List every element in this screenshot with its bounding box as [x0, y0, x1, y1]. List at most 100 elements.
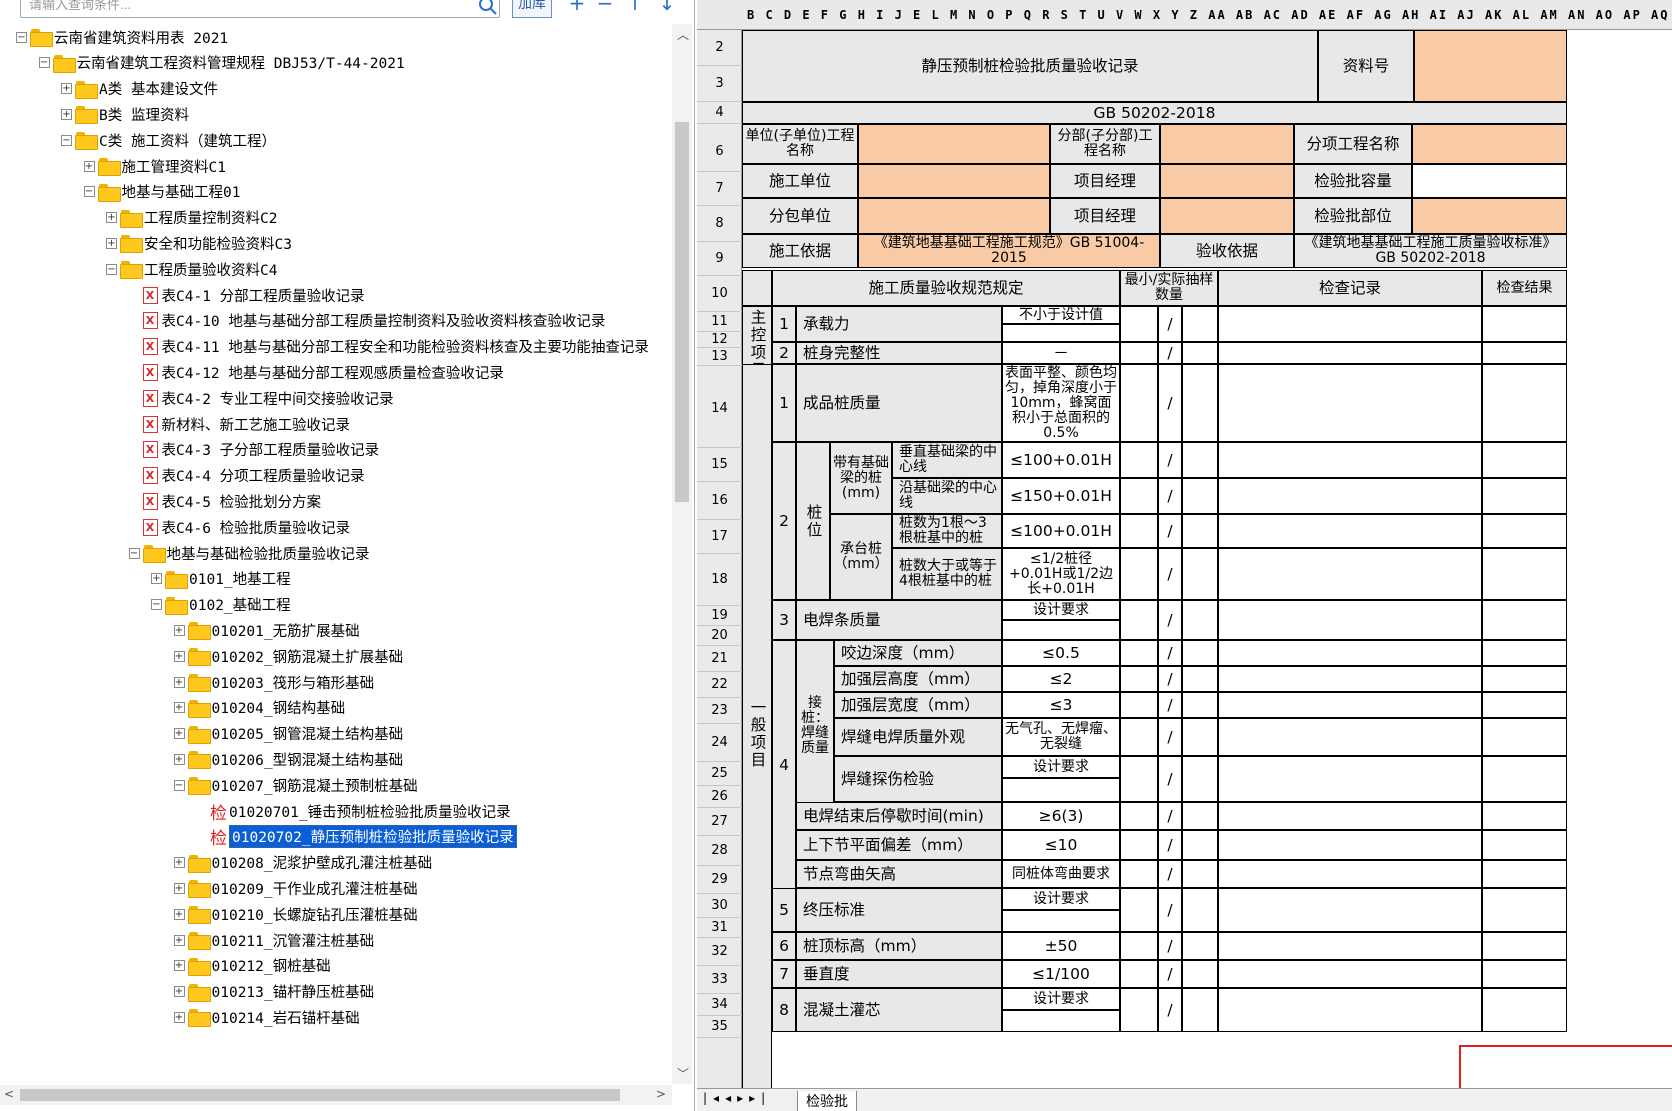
result-cell[interactable]: [1482, 932, 1567, 960]
tree-folder-item[interactable]: +010212_钢桩基础: [173, 953, 331, 979]
expand-icon[interactable]: +: [173, 728, 185, 740]
count-min[interactable]: [1120, 756, 1158, 802]
count-min[interactable]: [1120, 960, 1158, 988]
tree-folder-item[interactable]: + 工程质量控制资料C2: [106, 205, 277, 231]
add-icon[interactable]: +: [566, 0, 588, 14]
tree-doc-item[interactable]: X 表C4-3 子分部工程质量验收记录: [129, 437, 379, 463]
count-min[interactable]: [1120, 692, 1158, 718]
tree-folder-item[interactable]: − 云南省建筑工程资料管理规程 DBJ53/T-44-2021: [38, 50, 405, 76]
record-cell[interactable]: [1218, 692, 1482, 718]
row-number[interactable]: 34: [697, 994, 742, 1016]
row-number[interactable]: 7: [697, 172, 742, 206]
move-down-icon[interactable]: ↓: [656, 0, 678, 14]
result-cell[interactable]: [1482, 888, 1567, 932]
collapse-icon[interactable]: −: [61, 134, 72, 146]
expand-icon[interactable]: +: [173, 857, 185, 869]
count-min[interactable]: [1120, 514, 1158, 548]
row-header[interactable]: 2 3 4 6 7 8 9 10 11 12 13 14 15 16 17 18 19 20 21 22 23 24 25 2…: [697, 30, 742, 1088]
tree-doc-item[interactable]: X 表C4-1 分部工程质量验收记录: [129, 282, 365, 308]
collapse-icon[interactable]: −: [38, 57, 50, 69]
row-number[interactable]: 6: [697, 132, 742, 172]
row-number[interactable]: 13: [697, 348, 742, 366]
record-cell[interactable]: [1218, 342, 1482, 364]
result-cell[interactable]: [1482, 830, 1567, 860]
count-actual[interactable]: [1182, 666, 1218, 692]
count-min[interactable]: [1120, 640, 1158, 666]
count-min[interactable]: [1120, 888, 1158, 932]
scroll-left-icon[interactable]: <: [4, 1087, 14, 1101]
count-actual[interactable]: [1182, 640, 1218, 666]
tree-doc-item[interactable]: X 表C4-6 检验批质量验收记录: [129, 514, 350, 540]
row-number[interactable]: 4: [697, 102, 742, 124]
doc-number-field[interactable]: [1414, 30, 1567, 102]
row-number[interactable]: 12: [697, 332, 742, 348]
count-actual[interactable]: [1182, 830, 1218, 860]
row-number[interactable]: 25: [697, 762, 742, 786]
row-number[interactable]: 21: [697, 646, 742, 672]
row-number[interactable]: 2: [697, 30, 742, 66]
tree-folder-item[interactable]: +010201_无筋扩展基础: [173, 617, 360, 643]
tree-folder-item[interactable]: + 安全和功能检验资料C3: [106, 230, 292, 256]
result-cell[interactable]: [1482, 306, 1567, 342]
result-cell[interactable]: [1482, 666, 1567, 692]
tree-folder-item[interactable]: − 010207_钢筋混凝土预制桩基础: [173, 772, 418, 798]
result-cell[interactable]: [1482, 718, 1567, 756]
row-number[interactable]: 20: [697, 626, 742, 646]
scroll-down-icon[interactable]: ﹀: [677, 1065, 689, 1082]
result-cell[interactable]: [1482, 442, 1567, 478]
search-icon[interactable]: [478, 0, 498, 16]
expand-icon[interactable]: +: [173, 624, 185, 636]
count-min[interactable]: [1120, 988, 1158, 1032]
record-cell[interactable]: [1218, 756, 1482, 802]
row-number[interactable]: 11: [697, 312, 742, 332]
expand-icon[interactable]: +: [106, 212, 117, 224]
expand-icon[interactable]: +: [173, 702, 185, 714]
count-actual[interactable]: [1182, 306, 1218, 342]
input-contractor[interactable]: [858, 164, 1050, 198]
row-number[interactable]: 22: [697, 672, 742, 698]
row-number[interactable]: 9: [697, 242, 742, 276]
search-input[interactable]: [20, 0, 500, 18]
collapse-icon[interactable]: −: [16, 31, 27, 43]
count-actual[interactable]: [1182, 802, 1218, 830]
record-cell[interactable]: [1218, 666, 1482, 692]
row-number[interactable]: 24: [697, 724, 742, 762]
expand-icon[interactable]: +: [106, 237, 117, 249]
tree-folder-item[interactable]: − C类 施工资料（建筑工程）: [61, 127, 276, 153]
row-number[interactable]: 32: [697, 938, 742, 966]
record-cell[interactable]: [1218, 548, 1482, 600]
tree-folder-item[interactable]: +010209_干作业成孔灌注桩基础: [173, 875, 418, 901]
row-number[interactable]: 3: [697, 66, 742, 102]
result-cell[interactable]: [1482, 988, 1567, 1032]
result-cell[interactable]: [1482, 364, 1567, 442]
expand-icon[interactable]: +: [173, 882, 185, 894]
tree-folder-item[interactable]: − 地基与基础工程01: [83, 179, 240, 205]
count-actual[interactable]: [1182, 756, 1218, 802]
tree-doc-item[interactable]: 检 01020701_锤击预制桩检验批质量验收记录: [196, 798, 511, 824]
tree-folder-item[interactable]: +010208_泥浆护壁成孔灌注桩基础: [173, 850, 432, 876]
count-actual[interactable]: [1182, 478, 1218, 514]
tree-folder-item[interactable]: − 工程质量验收资料C4: [106, 256, 277, 282]
tree-doc-item[interactable]: X 表C4-10 地基与基础分部工程质量控制资料及验收资料核查验收记录: [129, 308, 605, 334]
tree-doc-item[interactable]: X 新材料、新工艺施工验收记录: [129, 411, 350, 437]
row-number[interactable]: 16: [697, 482, 742, 520]
collapse-icon[interactable]: −: [106, 263, 117, 275]
record-cell[interactable]: [1218, 600, 1482, 640]
collapse-icon[interactable]: −: [83, 186, 95, 198]
collapse-icon[interactable]: −: [173, 779, 185, 791]
expand-icon[interactable]: +: [173, 986, 185, 998]
result-cell[interactable]: [1482, 860, 1567, 888]
input-item-name[interactable]: [1412, 124, 1567, 164]
count-min[interactable]: [1120, 306, 1158, 342]
count-actual[interactable]: [1182, 442, 1218, 478]
count-min[interactable]: [1120, 364, 1158, 442]
row-number[interactable]: 30: [697, 894, 742, 918]
count-actual[interactable]: [1182, 960, 1218, 988]
row-number[interactable]: 29: [697, 866, 742, 894]
result-cell[interactable]: [1482, 960, 1567, 988]
expand-icon[interactable]: +: [173, 908, 185, 920]
row-number[interactable]: 8: [697, 206, 742, 242]
record-cell[interactable]: [1218, 364, 1482, 442]
tree-doc-item[interactable]: X 表C4-5 检验批划分方案: [129, 488, 321, 514]
record-cell[interactable]: [1218, 888, 1482, 932]
